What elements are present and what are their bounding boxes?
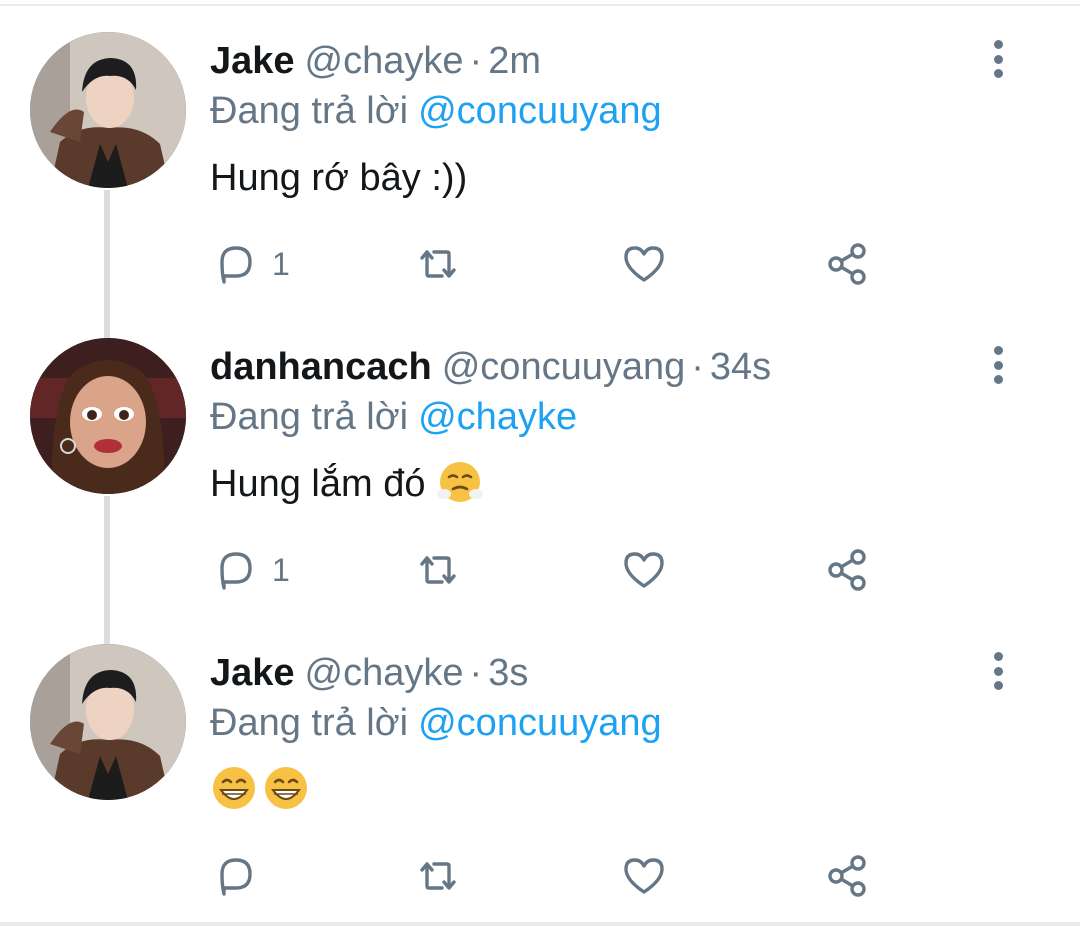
- reply-to-link[interactable]: @chayke: [418, 396, 577, 438]
- reply-button[interactable]: 1: [212, 542, 290, 598]
- reply-icon: [212, 852, 260, 900]
- tweet-actions: 1: [0, 542, 1080, 598]
- share-button[interactable]: [824, 542, 872, 598]
- like-button[interactable]: [620, 542, 668, 598]
- tweet-text: Hung rớ bây :)): [210, 157, 468, 199]
- like-icon: [620, 852, 668, 900]
- tweet-text: Hung lắm đó: [210, 463, 426, 505]
- retweet-button[interactable]: [414, 236, 462, 292]
- face-with-steam-emoji: [436, 458, 484, 506]
- bottom-divider: [0, 922, 1080, 926]
- reply-count: 1: [272, 551, 290, 588]
- reply-prefix: Đang trả lời: [210, 90, 409, 132]
- more-icon[interactable]: [982, 36, 1014, 82]
- tweet[interactable]: Jake @chayke · 3s Đang trả lời @concuuyang: [0, 612, 1080, 918]
- like-icon: [620, 546, 668, 594]
- retweet-button[interactable]: [414, 542, 462, 598]
- tweet-text-row: [210, 764, 314, 816]
- avatar[interactable]: [30, 338, 186, 494]
- share-icon: [824, 546, 872, 594]
- separator-dot: ·: [469, 40, 483, 82]
- avatar[interactable]: [30, 32, 186, 188]
- user-handle[interactable]: @chayke: [305, 40, 464, 82]
- share-icon: [824, 240, 872, 288]
- like-icon: [620, 240, 668, 288]
- reply-thread: Jake @chayke · 2m Đang trả lời @concuuyang H…: [0, 0, 1080, 926]
- reply-count: 1: [272, 245, 290, 282]
- reply-icon: [212, 546, 260, 594]
- share-button[interactable]: [824, 236, 872, 292]
- reply-to-link[interactable]: @concuuyang: [418, 702, 662, 744]
- retweet-icon: [414, 240, 462, 288]
- reply-icon: [212, 240, 260, 288]
- display-name[interactable]: danhancach: [210, 346, 432, 388]
- tweet-actions: 1: [0, 236, 1080, 292]
- display-name[interactable]: Jake: [210, 652, 295, 694]
- display-name[interactable]: Jake: [210, 40, 295, 82]
- share-button[interactable]: [824, 848, 872, 904]
- reply-prefix: Đang trả lời: [210, 396, 409, 438]
- grinning-face-emoji: [262, 764, 310, 812]
- avatar[interactable]: [30, 644, 186, 800]
- tweet-actions: [0, 848, 1080, 904]
- reply-to-link[interactable]: @concuuyang: [418, 90, 662, 132]
- retweet-icon: [414, 852, 462, 900]
- like-button[interactable]: [620, 848, 668, 904]
- tweet-header: danhancach @concuuyang · 34s: [210, 344, 771, 390]
- grinning-face-emoji: [210, 764, 258, 812]
- reply-prefix: Đang trả lời: [210, 702, 409, 744]
- separator-dot: ·: [469, 652, 483, 694]
- tweet-header: Jake @chayke · 3s: [210, 650, 528, 696]
- tweet-text-row: Hung lắm đó: [210, 458, 488, 510]
- reply-button[interactable]: 1: [212, 236, 290, 292]
- tweet-header: Jake @chayke · 2m: [210, 38, 541, 84]
- more-icon[interactable]: [982, 648, 1014, 694]
- retweet-icon: [414, 546, 462, 594]
- tweet[interactable]: Jake @chayke · 2m Đang trả lời @concuuyang H…: [0, 0, 1080, 338]
- user-handle[interactable]: @concuuyang: [442, 346, 686, 388]
- timestamp[interactable]: 3s: [488, 652, 528, 694]
- replying-to: Đang trả lời @chayke: [210, 394, 577, 440]
- replying-to: Đang trả lời @concuuyang: [210, 88, 662, 134]
- more-icon[interactable]: [982, 342, 1014, 388]
- tweet[interactable]: danhancach @concuuyang · 34s Đang trả lời @c…: [0, 306, 1080, 644]
- retweet-button[interactable]: [414, 848, 462, 904]
- replying-to: Đang trả lời @concuuyang: [210, 700, 662, 746]
- separator-dot: ·: [691, 346, 704, 388]
- timestamp[interactable]: 34s: [710, 346, 771, 388]
- reply-button[interactable]: [212, 848, 260, 904]
- timestamp[interactable]: 2m: [488, 40, 541, 82]
- share-icon: [824, 852, 872, 900]
- like-button[interactable]: [620, 236, 668, 292]
- user-handle[interactable]: @chayke: [305, 652, 464, 694]
